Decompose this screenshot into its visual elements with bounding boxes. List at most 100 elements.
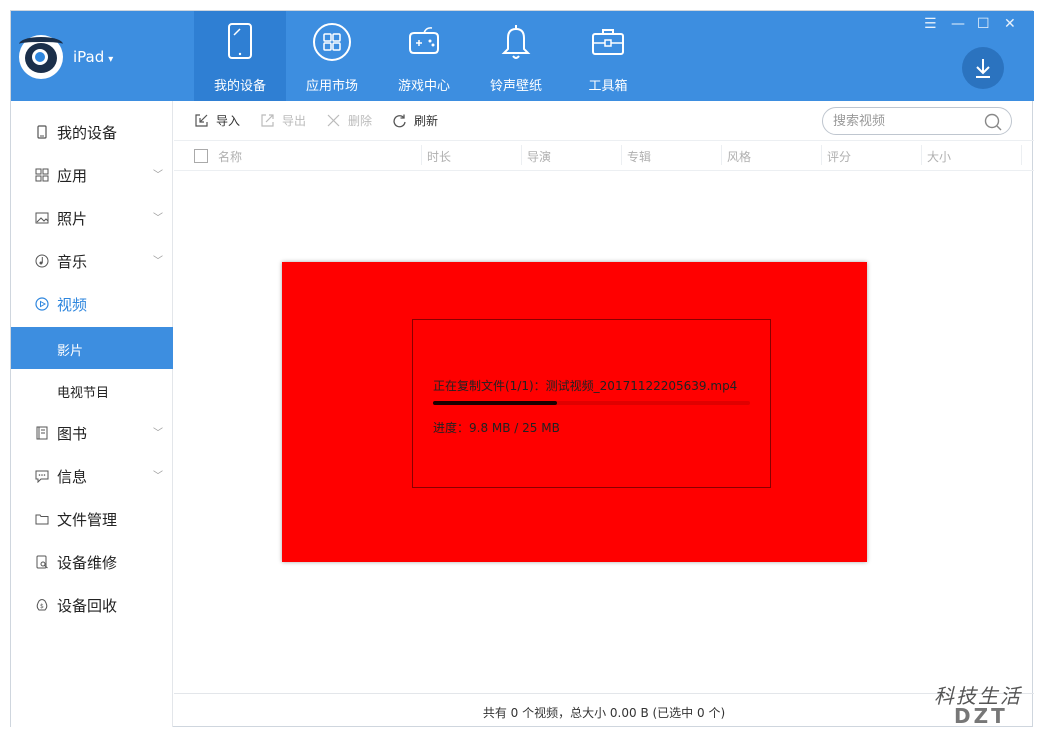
sidebar-item-label: 应用 bbox=[57, 167, 88, 185]
sidebar: 我的设备 应用 ﹀ 照片 ﹀ 音乐 ﹀ 视频 影片 电视节目 图书 ﹀ 信息 ﹀… bbox=[11, 101, 173, 727]
tab-label: 应用市场 bbox=[305, 79, 358, 94]
tab-ringtones-wallpapers[interactable]: 铃声壁纸 bbox=[470, 11, 562, 101]
tab-game-center[interactable]: 游戏中心 bbox=[378, 11, 470, 101]
status-summary: 共有 0 个视频，总大小 0.00 B (已选中 0 个) bbox=[482, 706, 726, 720]
app-logo-icon bbox=[19, 35, 63, 79]
refresh-label: 刷新 bbox=[414, 114, 439, 128]
select-all-checkbox[interactable] bbox=[194, 149, 208, 163]
sidebar-item-label: 我的设备 bbox=[57, 124, 118, 142]
apps-grid-icon bbox=[313, 23, 351, 61]
delete-label: 删除 bbox=[348, 114, 373, 128]
watermark-brand: DZT bbox=[954, 704, 1008, 728]
sidebar-item-device-repair[interactable]: 设备维修 bbox=[11, 541, 173, 584]
sidebar-item-apps[interactable]: 应用 ﹀ bbox=[11, 154, 173, 197]
export-icon bbox=[261, 114, 274, 127]
tablet-icon bbox=[228, 23, 252, 59]
sidebar-subitem-label: 影片 bbox=[57, 344, 84, 359]
tab-app-market[interactable]: 应用市场 bbox=[286, 11, 378, 101]
top-bar: iPad ▾ 我的设备 应用市场 游戏中心 铃声壁纸 工具箱 ☰ — ☐ ✕ bbox=[11, 11, 1034, 101]
export-button[interactable]: 导出 bbox=[260, 112, 320, 130]
sidebar-item-my-device[interactable]: 我的设备 bbox=[11, 111, 173, 154]
column-header-duration[interactable]: 时长 bbox=[427, 148, 451, 165]
chevron-down-icon: ﹀ bbox=[153, 471, 163, 482]
sidebar-item-label: 设备维修 bbox=[57, 554, 118, 572]
copy-progress-bar bbox=[433, 401, 750, 405]
recycle-icon: $ bbox=[36, 599, 48, 611]
copy-progress-fill bbox=[433, 401, 557, 405]
sidebar-subitem-label: 电视节目 bbox=[57, 386, 110, 401]
book-icon bbox=[36, 426, 48, 440]
device-selector[interactable]: iPad ▾ bbox=[73, 48, 113, 66]
delete-button[interactable]: 删除 bbox=[326, 112, 386, 130]
message-icon bbox=[35, 470, 49, 483]
phone-icon bbox=[37, 125, 47, 139]
menu-icon[interactable]: ☰ bbox=[924, 16, 937, 32]
redaction-overlay: 正在复制文件(1/1)：测试视频_20171122205639.mp4 进度：9… bbox=[282, 262, 867, 562]
sidebar-item-label: 设备回收 bbox=[57, 597, 118, 615]
minimize-icon[interactable]: — bbox=[951, 16, 965, 32]
bell-icon bbox=[501, 25, 531, 59]
sidebar-item-label: 照片 bbox=[57, 210, 88, 228]
sidebar-item-label: 文件管理 bbox=[57, 511, 118, 529]
sidebar-item-label: 信息 bbox=[57, 468, 88, 486]
sidebar-item-messages[interactable]: 信息 ﹀ bbox=[11, 455, 173, 498]
repair-icon bbox=[36, 555, 48, 569]
chevron-down-icon: ﹀ bbox=[153, 213, 163, 224]
column-header-album[interactable]: 专辑 bbox=[627, 148, 651, 165]
tab-toolbox[interactable]: 工具箱 bbox=[562, 11, 654, 101]
column-header-genre[interactable]: 风格 bbox=[727, 148, 751, 165]
column-header-name[interactable]: 名称 bbox=[218, 148, 242, 165]
tab-label: 游戏中心 bbox=[397, 79, 450, 94]
download-manager-button[interactable] bbox=[962, 47, 1004, 89]
tab-label: 铃声壁纸 bbox=[489, 79, 542, 94]
folder-icon bbox=[35, 514, 49, 525]
sidebar-item-music[interactable]: 音乐 ﹀ bbox=[11, 240, 173, 283]
sidebar-item-label: 视频 bbox=[57, 296, 88, 314]
import-button[interactable]: 导入 bbox=[194, 112, 254, 130]
gamepad-icon bbox=[409, 27, 439, 54]
sidebar-item-photos[interactable]: 照片 ﹀ bbox=[11, 197, 173, 240]
sidebar-item-device-recycle[interactable]: $ 设备回收 bbox=[11, 584, 173, 627]
export-label: 导出 bbox=[282, 114, 307, 128]
sidebar-subitem-tv-shows[interactable]: 电视节目 bbox=[11, 369, 173, 411]
refresh-icon bbox=[393, 114, 406, 128]
import-label: 导入 bbox=[216, 114, 241, 128]
delete-icon bbox=[327, 114, 340, 127]
column-header-director[interactable]: 导演 bbox=[527, 148, 551, 165]
close-icon[interactable]: ✕ bbox=[1004, 16, 1016, 32]
column-header-size[interactable]: 大小 bbox=[927, 148, 951, 165]
video-icon bbox=[35, 297, 49, 311]
svg-text:$: $ bbox=[40, 603, 44, 610]
refresh-button[interactable]: 刷新 bbox=[392, 112, 452, 130]
search-input[interactable] bbox=[833, 112, 973, 130]
copy-progress-dialog: 正在复制文件(1/1)：测试视频_20171122205639.mp4 进度：9… bbox=[412, 319, 771, 488]
music-icon bbox=[35, 254, 49, 268]
tab-label: 工具箱 bbox=[588, 79, 628, 94]
sidebar-item-books[interactable]: 图书 ﹀ bbox=[11, 412, 173, 455]
download-icon bbox=[976, 59, 990, 78]
toolbox-icon bbox=[592, 29, 624, 55]
sidebar-subitem-movies[interactable]: 影片 bbox=[11, 327, 173, 369]
sidebar-item-video[interactable]: 视频 bbox=[11, 283, 173, 326]
apps-icon bbox=[35, 168, 49, 182]
maximize-icon[interactable]: ☐ bbox=[977, 16, 990, 32]
chevron-down-icon: ﹀ bbox=[153, 428, 163, 439]
watermark-logo: 科技生活 DZT bbox=[934, 680, 1038, 730]
sidebar-item-file-manager[interactable]: 文件管理 bbox=[11, 498, 173, 541]
search-icon[interactable] bbox=[983, 112, 1003, 132]
photo-icon bbox=[35, 212, 49, 224]
column-header-rating[interactable]: 评分 bbox=[827, 148, 851, 165]
sidebar-item-label: 图书 bbox=[57, 425, 88, 443]
chevron-down-icon: ﹀ bbox=[153, 170, 163, 181]
sidebar-item-label: 音乐 bbox=[57, 253, 88, 271]
status-bar: 共有 0 个视频，总大小 0.00 B (已选中 0 个) bbox=[174, 693, 1034, 727]
chevron-down-icon: ﹀ bbox=[153, 256, 163, 267]
copy-progress-text: 进度：9.8 MB / 25 MB bbox=[433, 421, 560, 435]
tab-my-device[interactable]: 我的设备 bbox=[194, 11, 286, 101]
import-icon bbox=[195, 114, 208, 127]
search-box bbox=[822, 107, 1012, 135]
caret-down-icon: ▾ bbox=[108, 54, 114, 65]
copy-status-text: 正在复制文件(1/1)：测试视频_20171122205639.mp4 bbox=[433, 379, 738, 393]
table-header: 名称 时长 导演 专辑 风格 评分 大小 bbox=[174, 141, 1034, 171]
device-name-label: iPad bbox=[73, 48, 105, 66]
